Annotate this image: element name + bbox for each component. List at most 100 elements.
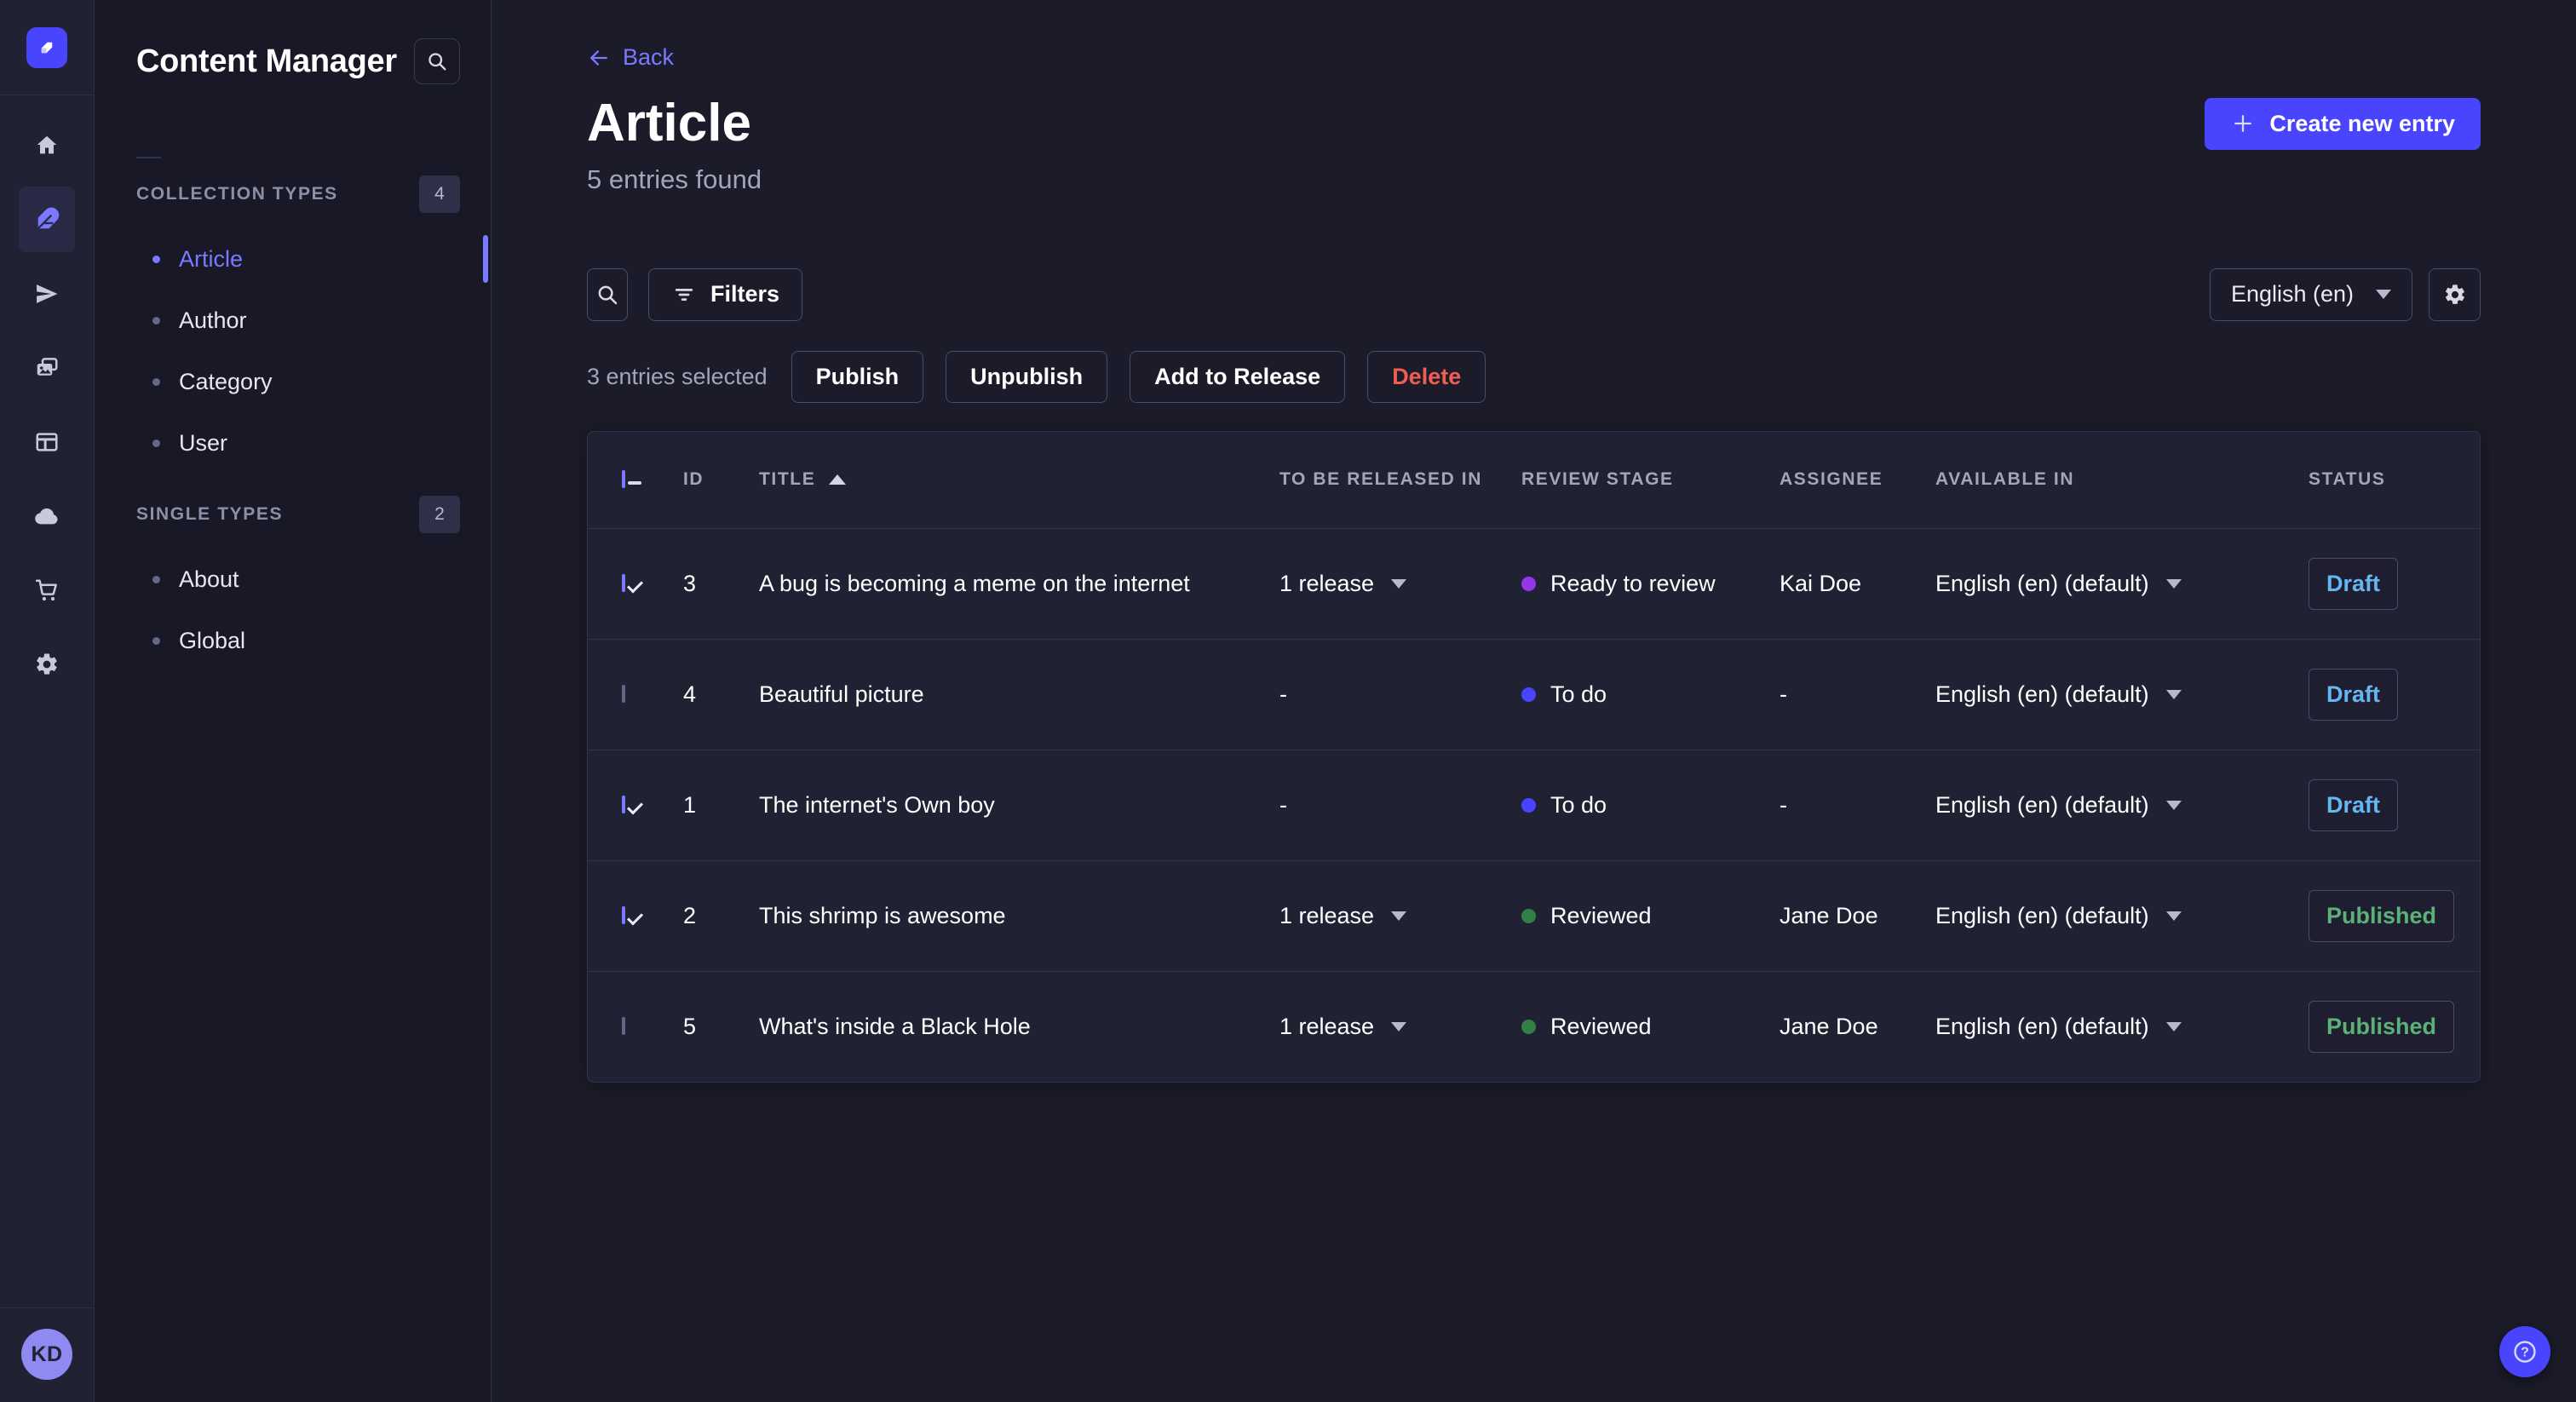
publish-button[interactable]: Publish xyxy=(791,350,924,403)
cell-id: 2 xyxy=(683,902,697,928)
table-row[interactable]: 5 What's inside a Black Hole 1 release R… xyxy=(588,970,2481,1082)
column-header-to-be-released-in[interactable]: TO BE RELEASED IN xyxy=(1279,469,1521,490)
cell-available-in[interactable]: English (en) (default) xyxy=(1935,571,2309,597)
locale-label: English (en) (default) xyxy=(1935,902,2149,928)
row-checkbox[interactable] xyxy=(622,685,625,703)
release-label: 1 release xyxy=(1279,570,1375,596)
column-header-assignee[interactable]: ASSIGNEE xyxy=(1780,469,1935,490)
cell-to-be-released-in[interactable]: - xyxy=(1279,792,1521,819)
cell-to-be-released-in[interactable]: 1 release xyxy=(1279,1014,1521,1040)
cell-available-in[interactable]: English (en) (default) xyxy=(1935,1014,2309,1040)
stage-label: Reviewed xyxy=(1550,1013,1652,1039)
locale-caret-icon xyxy=(2165,911,2182,921)
bullet-icon xyxy=(152,575,160,583)
locale-selected-label: English (en) xyxy=(2230,281,2355,307)
cell-to-be-released-in[interactable]: - xyxy=(1279,681,1521,708)
media-library-icon[interactable] xyxy=(19,335,75,400)
gear-icon xyxy=(2445,284,2464,304)
delete-button[interactable]: Delete xyxy=(1367,350,1486,403)
sidebar-section: SINGLE TYPES 2 About Global xyxy=(95,496,491,671)
sidebar-item[interactable]: Article xyxy=(95,228,491,290)
cell-available-in[interactable]: English (en) (default) xyxy=(1935,681,2309,708)
sidebar-item[interactable]: User xyxy=(95,412,491,474)
locale-label: English (en) (default) xyxy=(1935,681,2149,707)
cell-available-in[interactable]: English (en) (default) xyxy=(1935,903,2309,929)
row-checkbox[interactable] xyxy=(622,574,625,592)
column-header-available-in[interactable]: AVAILABLE IN xyxy=(1935,469,2309,490)
content-type-builder-icon[interactable] xyxy=(19,409,75,474)
content-manager-feather-icon[interactable] xyxy=(19,187,75,252)
sidebar-divider xyxy=(136,157,161,158)
sidebar-item[interactable]: Author xyxy=(95,290,491,351)
cell-assignee: Kai Doe xyxy=(1780,570,1862,596)
stage-dot xyxy=(1521,908,1536,923)
sidebar-title: Content Manager xyxy=(136,43,397,79)
cell-id: 1 xyxy=(683,791,697,818)
settings-gear-icon[interactable] xyxy=(19,631,75,697)
column-header-id[interactable]: ID xyxy=(683,469,759,490)
locale-select[interactable]: English (en) xyxy=(2209,267,2413,321)
sort-ascending-icon xyxy=(829,474,847,485)
column-header-review-stage[interactable]: REVIEW STAGE xyxy=(1521,469,1780,490)
locale-caret-icon xyxy=(2165,1021,2182,1031)
cell-title: This shrimp is awesome xyxy=(759,902,1006,928)
column-header-title[interactable]: TITLE xyxy=(759,469,1279,490)
stage-dot xyxy=(1521,687,1536,702)
create-new-entry-button[interactable]: Create new entry xyxy=(2205,97,2481,150)
marketplace-cart-icon[interactable] xyxy=(19,557,75,623)
sidebar-item-label: User xyxy=(179,429,228,456)
back-link[interactable]: Back xyxy=(587,44,674,71)
title-row: Article Create new entry xyxy=(587,93,2481,154)
user-avatar[interactable]: KD xyxy=(21,1329,72,1380)
home-icon[interactable] xyxy=(19,112,75,178)
table-row[interactable]: 2 This shrimp is awesome 1 release Revie… xyxy=(588,859,2481,971)
sidebar-item-label: About xyxy=(179,566,239,592)
logo-cell xyxy=(0,0,94,95)
table-row[interactable]: 4 Beautiful picture - To do - English (e… xyxy=(588,638,2481,750)
entries-table: ID TITLE TO BE RELEASED IN REVIEW STAGE … xyxy=(587,430,2481,1083)
cell-assignee: Jane Doe xyxy=(1780,1013,1878,1039)
release-label: - xyxy=(1279,681,1287,707)
cell-review-stage: Ready to review xyxy=(1521,571,1780,597)
row-checkbox[interactable] xyxy=(622,1017,625,1035)
filters-button[interactable]: Filters xyxy=(648,267,803,321)
table-row[interactable]: 1 The internet's Own boy - To do - Engli… xyxy=(588,749,2481,860)
row-checkbox[interactable] xyxy=(622,796,625,813)
strapi-logo[interactable] xyxy=(26,26,67,68)
sidebar-item[interactable]: Global xyxy=(95,610,491,671)
cell-review-stage: Reviewed xyxy=(1521,903,1780,929)
deploy-cloud-icon[interactable] xyxy=(19,483,75,549)
add-to-release-button[interactable]: Add to Release xyxy=(1130,350,1346,403)
sidebar-item[interactable]: Category xyxy=(95,351,491,412)
help-button[interactable]: ? xyxy=(2499,1326,2551,1377)
plus-icon xyxy=(2234,115,2252,132)
cell-id: 5 xyxy=(683,1013,697,1039)
cell-to-be-released-in[interactable]: 1 release xyxy=(1279,903,1521,929)
search-button[interactable] xyxy=(587,267,628,321)
selection-bar: 3 entries selected Publish Unpublish Add… xyxy=(587,350,2481,403)
cell-to-be-released-in[interactable]: 1 release xyxy=(1279,571,1521,597)
locale-caret-icon xyxy=(2165,800,2182,810)
cell-assignee: - xyxy=(1780,791,1787,818)
cell-available-in[interactable]: English (en) (default) xyxy=(1935,792,2309,819)
sidebar-section: COLLECTION TYPES 4 Article Author Catego… xyxy=(95,175,491,474)
releases-paper-plane-icon[interactable] xyxy=(19,261,75,326)
sidebar-item-label: Author xyxy=(179,307,247,333)
status-badge: Published xyxy=(2309,889,2455,942)
cell-review-stage: Reviewed xyxy=(1521,1014,1780,1040)
stage-label: Reviewed xyxy=(1550,902,1652,928)
unpublish-button[interactable]: Unpublish xyxy=(946,350,1108,403)
table-row[interactable]: 3 A bug is becoming a meme on the intern… xyxy=(588,527,2481,639)
column-header-status[interactable]: STATUS xyxy=(2309,469,2454,490)
release-label: 1 release xyxy=(1279,902,1375,928)
row-checkbox[interactable] xyxy=(622,906,625,924)
locale-label: English (en) (default) xyxy=(1935,570,2149,596)
sidebar-item[interactable]: About xyxy=(95,549,491,610)
question-mark-icon: ? xyxy=(2514,1341,2536,1363)
bullet-icon xyxy=(152,255,160,263)
sidebar-header: Content Manager xyxy=(95,34,491,89)
view-settings-button[interactable] xyxy=(2429,267,2481,321)
release-caret-icon xyxy=(1391,578,1407,589)
select-all-checkbox[interactable] xyxy=(622,470,625,488)
sidebar-search-button[interactable] xyxy=(414,38,460,84)
